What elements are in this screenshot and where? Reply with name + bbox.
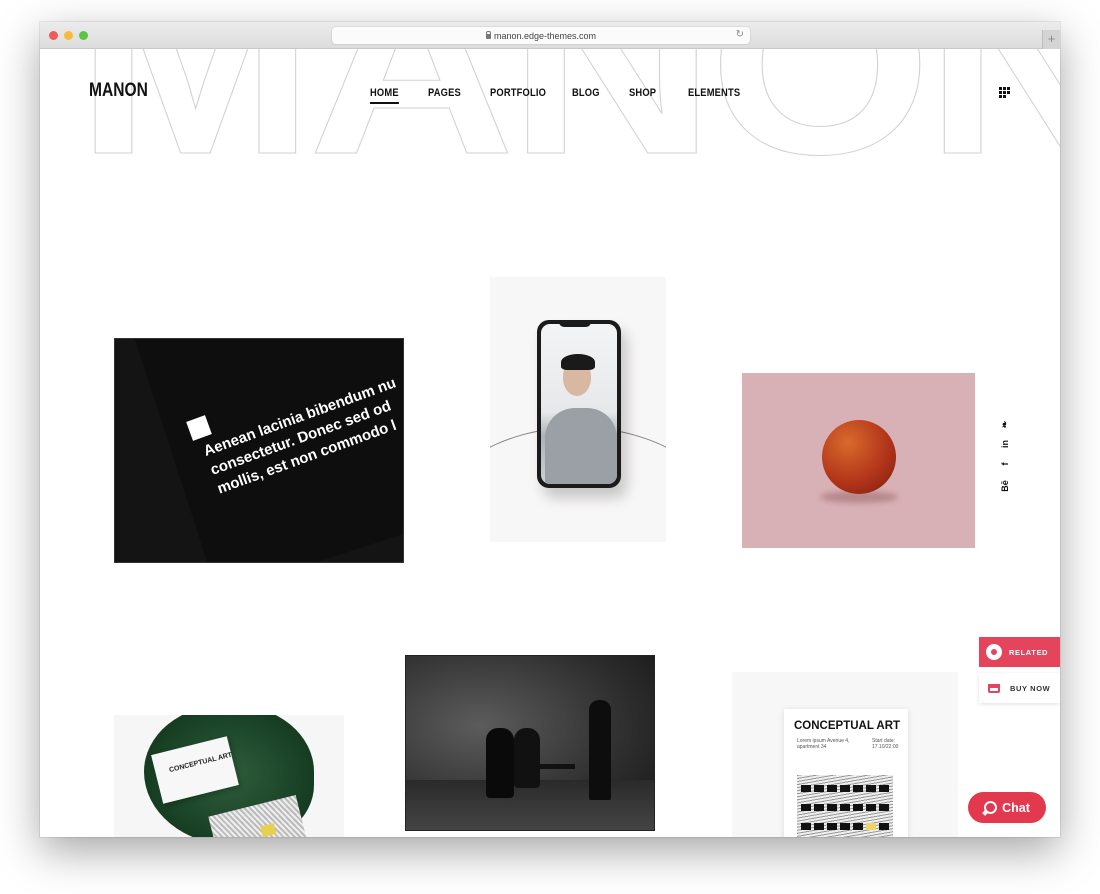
- poster-art-cell: [814, 785, 824, 792]
- nav-elements[interactable]: ELEMENTS: [688, 87, 740, 99]
- poster-art-cell: [801, 785, 811, 792]
- poster-art-cell: [840, 804, 850, 811]
- peach-image: [822, 420, 896, 494]
- close-window-button[interactable]: [49, 31, 58, 40]
- linkedin-icon[interactable]: in: [1000, 437, 1010, 451]
- cart-icon: [988, 683, 1000, 693]
- minimize-window-button[interactable]: [64, 31, 73, 40]
- phone-notch: [559, 320, 591, 327]
- poster-art-cell: [801, 823, 811, 830]
- nav-home[interactable]: HOME: [370, 87, 399, 104]
- poster-art-cell: [840, 785, 850, 792]
- site-logo[interactable]: MANON: [89, 80, 148, 102]
- poster-art-cell: [814, 823, 824, 830]
- nav-blog[interactable]: BLOG: [572, 87, 600, 99]
- related-icon: [986, 644, 1002, 660]
- web-page: MANON MANON HOME PAGES PORTFOLIO BLOG SH…: [40, 49, 1060, 837]
- person-body: [545, 408, 617, 484]
- reload-icon[interactable]: ↻: [736, 29, 744, 40]
- lock-icon: [485, 31, 491, 39]
- poster-art-cell: [840, 823, 850, 830]
- poster-art-cell: [866, 823, 876, 830]
- grid-dots-icon[interactable]: [999, 87, 1011, 99]
- poster-art-cell: [879, 785, 889, 792]
- poster-art-cell: [879, 804, 889, 811]
- portfolio-item-performance[interactable]: [405, 655, 655, 831]
- browser-titlebar: manon.edge-themes.com ↻ +: [40, 22, 1060, 49]
- twitter-icon[interactable]: ❧: [1000, 418, 1011, 432]
- standing-person: [589, 700, 611, 800]
- url-text: manon.edge-themes.com: [493, 30, 597, 41]
- poster-art-cell: [866, 785, 876, 792]
- phone-screen: [541, 324, 617, 484]
- poster-art-cell: [801, 804, 811, 811]
- poster-art-cell: [853, 785, 863, 792]
- behance-icon[interactable]: Bē: [1000, 479, 1010, 493]
- poster-title: CONCEPTUAL ART: [794, 720, 901, 732]
- nav-shop[interactable]: SHOP: [629, 87, 656, 99]
- poster-art-cell: [866, 804, 876, 811]
- portfolio-item-phone[interactable]: [490, 277, 666, 542]
- poster-art-cell: [827, 823, 837, 830]
- portfolio-item-typography[interactable]: Aenean lacinia bibendum nu consectetur. …: [114, 338, 404, 563]
- card-title: CONCEPTUAL ART: [168, 751, 233, 775]
- maximize-window-button[interactable]: [79, 31, 88, 40]
- poster-art-cell: [853, 804, 863, 811]
- buy-now-button[interactable]: BUY NOW: [979, 673, 1060, 703]
- related-button[interactable]: RELATED: [979, 637, 1060, 667]
- poster-art-cell: [853, 823, 863, 830]
- poster-art-cell: [827, 785, 837, 792]
- chat-label: Chat: [1002, 800, 1030, 815]
- phone-mockup: [537, 320, 621, 488]
- poster: CONCEPTUAL ART Lorem ipsum Avenue 4, apa…: [784, 709, 908, 837]
- yellow-chip: [260, 823, 277, 837]
- person-hair: [561, 354, 595, 370]
- address-bar[interactable]: manon.edge-themes.com ↻: [332, 27, 750, 44]
- portfolio-item-peach[interactable]: [742, 373, 975, 548]
- desktop: manon.edge-themes.com ↻ + MANON MANON HO…: [0, 0, 1100, 894]
- chat-button[interactable]: Chat: [968, 792, 1046, 823]
- poster-art-cell: [814, 804, 824, 811]
- poster-address: Lorem ipsum Avenue 4, apartment 34: [797, 738, 850, 750]
- facebook-icon[interactable]: f: [1000, 457, 1010, 471]
- chat-bubble-icon: [984, 801, 998, 814]
- buy-now-label: BUY NOW: [1010, 683, 1051, 693]
- portfolio-item-business-card[interactable]: CONCEPTUAL ART: [114, 715, 344, 837]
- portfolio-item-poster[interactable]: CONCEPTUAL ART Lorem ipsum Avenue 4, apa…: [732, 672, 958, 837]
- nav-pages[interactable]: PAGES: [428, 87, 461, 99]
- poster-date: Start date: 17.10/22:00: [872, 738, 899, 750]
- poster-art-cell: [879, 823, 889, 830]
- seated-person-1: [486, 728, 514, 798]
- related-label: RELATED: [1009, 647, 1049, 657]
- nav-portfolio[interactable]: PORTFOLIO: [490, 87, 546, 99]
- poster-art: [797, 775, 893, 837]
- poster-art-cell: [827, 804, 837, 811]
- new-tab-button[interactable]: +: [1042, 30, 1060, 49]
- browser-window: manon.edge-themes.com ↻ + MANON MANON HO…: [40, 22, 1060, 837]
- table: [529, 764, 575, 806]
- background-outline-title: MANON: [75, 49, 1060, 208]
